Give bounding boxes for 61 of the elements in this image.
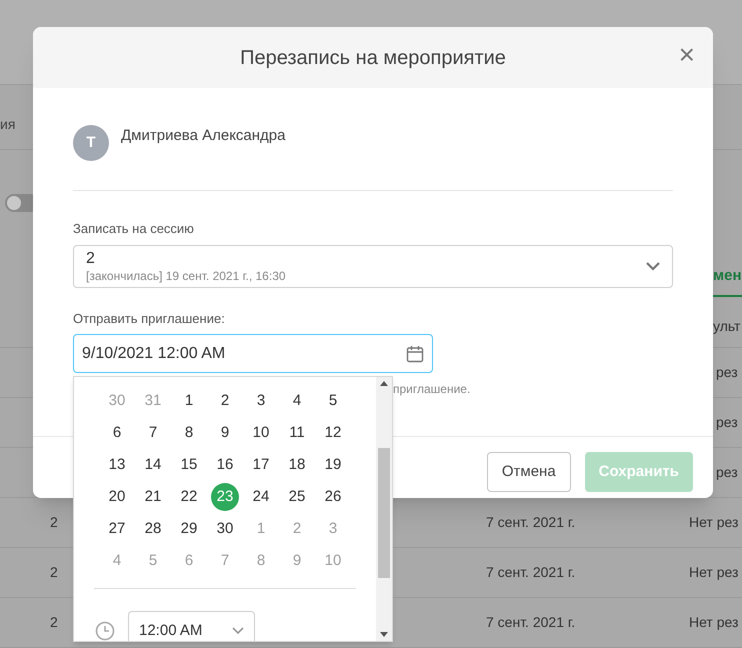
calendar-day[interactable]: 3 [247,387,275,415]
field-label: Записать на сессию [73,220,195,238]
dialog-title: Перезапись на мероприятие [240,46,506,70]
column-header: ульт [713,316,740,336]
table-cell-text: Нет рез [689,613,738,632]
calendar-day[interactable]: 15 [175,451,203,479]
person-name: Дмитриева Александра [121,126,286,146]
calendar-icon [406,344,424,362]
calendar-day[interactable]: 21 [139,483,167,511]
calendar-day[interactable]: 20 [103,483,131,511]
calendar-day[interactable]: 13 [103,451,131,479]
calendar-day[interactable]: 10 [247,419,275,447]
calendar-day[interactable]: 12 [319,419,347,447]
calendar-day[interactable]: 19 [319,451,347,479]
field-label: Отправить приглашение: [73,310,226,328]
calendar-day[interactable]: 4 [283,387,311,415]
calendar-day[interactable]: 28 [139,515,167,543]
scrollbar-thumb[interactable] [378,448,390,578]
calendar-day[interactable]: 25 [283,483,311,511]
table-cell-text: рез [716,463,738,482]
time-select[interactable]: 12:00 AM [128,611,255,641]
hint-text: приглашение. [393,381,472,398]
calendar-day[interactable]: 2 [211,387,239,415]
scroll-up-icon[interactable] [380,381,388,386]
chevron-down-icon [646,262,660,270]
table-cell: 7 сент. 2021 г. [486,514,576,530]
calendar-day[interactable]: 6 [103,419,131,447]
calendar-day[interactable]: 24 [247,483,275,511]
calendar-day[interactable]: 1 [175,387,203,415]
table-cell: 7 сент. 2021 г. [486,614,576,630]
table-cell-text: Нет рез [689,563,738,582]
scroll-down-icon[interactable] [380,632,388,637]
session-select[interactable]: 2 [закончилась] 19 сент. 2021 г., 16:30 [73,244,673,288]
calendar-day[interactable]: 17 [247,451,275,479]
calendar-day[interactable]: 30 [211,515,239,543]
table-cell-text: Нет рез [689,513,738,532]
calendar-day[interactable]: 16 [211,451,239,479]
calendar-day[interactable]: 18 [283,451,311,479]
calendar-day[interactable]: 5 [319,387,347,415]
date-field[interactable]: 9/10/2021 12:00 AM [73,334,433,373]
avatar: Т [73,125,109,161]
calendar-day[interactable]: 26 [319,483,347,511]
calendar-day[interactable]: 9 [211,419,239,447]
calendar-day[interactable]: 8 [175,419,203,447]
calendar-day[interactable]: 7 [139,419,167,447]
calendar-day[interactable]: 22 [175,483,203,511]
calendar-day[interactable]: 29 [175,515,203,543]
table-cell-text: рез [716,413,738,432]
table-cell: 2 [50,614,58,630]
table-cell-text: рез [716,363,738,382]
calendar-day[interactable]: 27 [103,515,131,543]
column-header: ия [0,115,16,134]
clock-icon [95,621,115,641]
cancel-button[interactable]: Отмена [486,452,571,492]
table-cell: 2 [50,564,58,580]
close-button[interactable]: × [678,41,695,69]
table-cell: 2 [50,514,58,530]
calendar-day[interactable]: 11 [283,419,311,447]
table-cell: 7 сент. 2021 г. [486,564,576,580]
calendar-day[interactable]: 14 [139,451,167,479]
chevron-down-icon [232,627,244,635]
